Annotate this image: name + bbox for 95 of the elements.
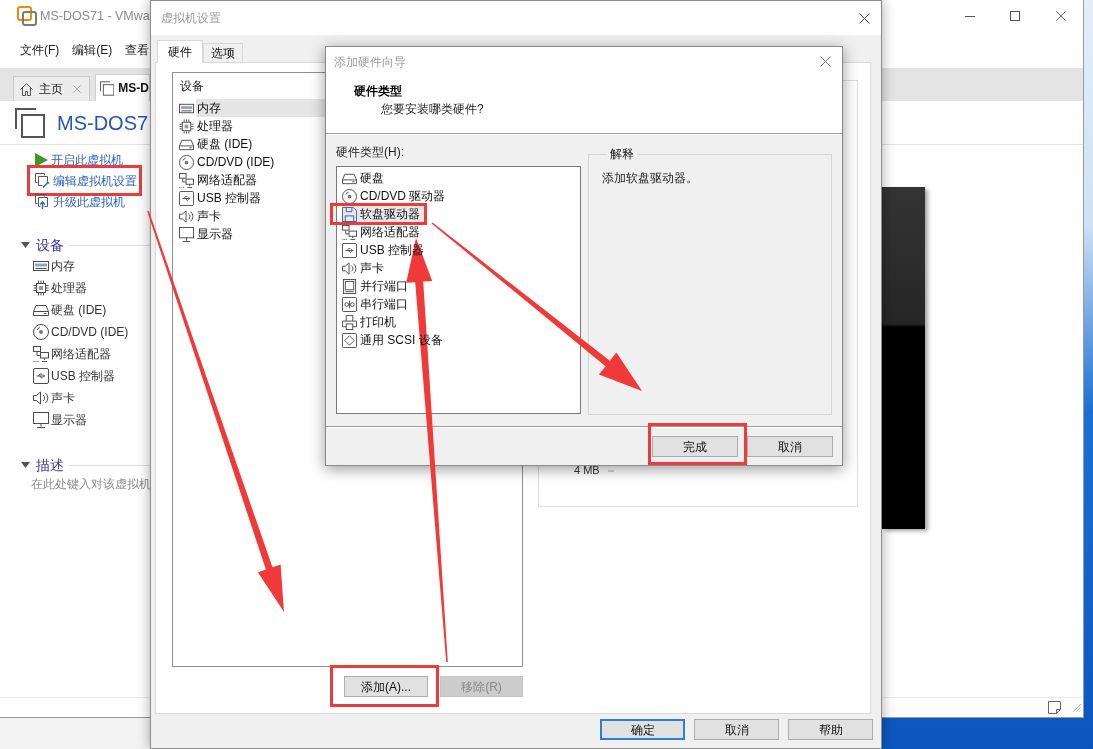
dialog-button[interactable]: 帮助 [788,719,873,740]
speaker-icon [342,260,357,276]
device-list-item[interactable]: USB 控制器 [196,189,326,207]
hardware-list-item[interactable]: 声卡 [342,259,390,277]
action-link[interactable]: 编辑虚拟机设置 [35,171,137,190]
device-list-item[interactable]: 网络适配器 [196,171,326,189]
dialog-button[interactable]: 取消 [694,719,779,740]
upgrade-icon [35,194,50,209]
hardware-list-item[interactable]: 打印机 [342,313,402,331]
hardware-list-item[interactable]: 并行端口 [342,277,414,295]
device-item[interactable]: 硬盘 (IDE) [33,301,107,319]
speaker-icon [33,390,49,406]
section-header[interactable]: 设备 [36,234,64,256]
device-list-item[interactable]: 硬盘 (IDE) [196,135,326,153]
tab[interactable]: 主页 [13,76,90,101]
dialog-title: 虚拟机设置 [161,10,221,27]
vm-title: MS-DOS7 [57,110,149,136]
monitor-icon [33,412,49,428]
vm-icon [15,107,45,138]
window-title: MS-DOS71 - VMwa [40,7,150,25]
vm-screen-preview[interactable] [882,187,925,529]
memory-module-icon [33,258,49,274]
speaker-icon [179,208,194,224]
home-icon [20,82,33,96]
hardware-list-item[interactable]: 网络适配器 [342,223,426,241]
scsi-icon [342,332,357,348]
usb-icon [179,190,194,206]
printer-icon [342,314,357,330]
maximize-icon [1010,11,1020,21]
dialog-button[interactable]: 取消 [747,436,833,457]
device-item[interactable]: 声卡 [33,389,75,407]
action-link[interactable]: 开启此虚拟机 [35,150,123,169]
dialog-title: 添加硬件向导 [334,53,406,71]
menu-item[interactable]: 查看 [125,41,150,59]
action-link[interactable]: 升级此虚拟机 [35,192,125,211]
device-list-item[interactable]: 声卡 [196,207,326,225]
tick-mark-icon [607,469,614,472]
close-icon [858,12,870,24]
description-field[interactable]: 在此处键入对该虚拟机 [31,477,151,491]
device-list-item[interactable]: 显示器 [196,225,326,243]
device-item[interactable]: 处理器 [33,279,87,297]
tab-label: 主页 [39,81,63,98]
network-icon [179,172,194,188]
note-icon[interactable] [1048,701,1061,714]
disc-icon [342,188,357,204]
resize-grip-icon[interactable] [1073,703,1081,712]
wizard-heading: 硬件类型 [354,84,402,98]
menu-item[interactable]: 文件(F) [20,41,60,59]
scale-label: 4 MB [574,465,600,476]
list-button[interactable]: 添加(A)... [344,676,428,697]
device-item[interactable]: 内存 [33,257,75,275]
device-list-item[interactable]: 处理器 [196,117,326,135]
close-icon [819,56,831,67]
device-list-item[interactable]: 内存 [196,99,326,117]
tab[interactable]: 选项 [203,43,243,62]
hardware-list-item[interactable]: 串行端口 [342,295,414,313]
device-list-item[interactable]: CD/DVD (IDE) [196,153,326,171]
device-item[interactable]: 网络适配器 [33,345,111,363]
edit-settings-icon [35,173,50,188]
hardware-list-item[interactable]: 硬盘 [342,169,390,187]
monitor-icon [179,226,194,242]
collapse-triangle-icon[interactable] [21,242,30,248]
device-item[interactable]: USB 控制器 [33,367,115,385]
explanation-text: 添加软盘驱动器。 [602,171,698,185]
play-icon [35,152,48,167]
logo-icon [17,6,37,26]
parallel-port-icon [342,278,357,294]
tab[interactable]: 硬件 [157,40,203,63]
close-icon [1055,11,1066,21]
processor-chip-icon [179,118,194,134]
collapse-triangle-icon[interactable] [21,462,30,468]
network-icon [33,346,49,362]
usb-icon [33,368,49,384]
tab-label: MS-D [118,80,149,97]
section-header[interactable]: 描述 [36,454,64,476]
minimize-icon [964,15,975,17]
hardware-list-item[interactable]: CD/DVD 驱动器 [342,187,452,205]
tab[interactable]: MS-D [95,74,150,101]
device-item[interactable]: CD/DVD (IDE) [33,323,129,341]
network-icon [342,224,357,240]
dialog-button[interactable]: 完成 [652,436,738,457]
processor-chip-icon [33,280,49,296]
column-header[interactable]: 设备 [180,77,204,95]
disc-icon [33,324,49,340]
disc-icon [179,154,194,170]
hard-drive-icon [33,302,49,318]
vm-icon [100,80,115,96]
group-title: 解释 [610,147,634,161]
list-label: 硬件类型(H): [336,145,404,159]
device-item[interactable]: 显示器 [33,411,87,429]
serial-port-icon [342,296,357,312]
usb-icon [342,242,357,258]
wizard-question: 您要安装哪类硬件? [381,102,484,116]
dialog-button[interactable]: 确定 [600,719,685,740]
menu-item[interactable]: 编辑(E) [72,41,113,59]
